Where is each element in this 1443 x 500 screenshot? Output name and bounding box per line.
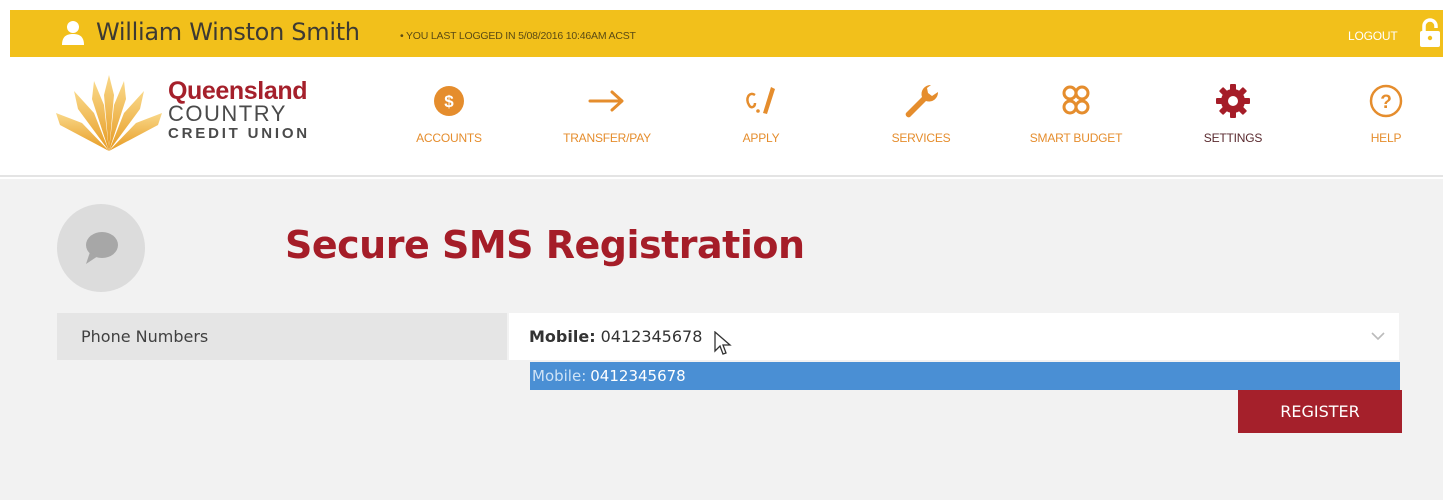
sms-badge: [57, 204, 145, 292]
phone-numbers-label: Phone Numbers: [57, 313, 507, 360]
phone-number-select[interactable]: Mobile: 0412345678: [509, 313, 1399, 360]
budget-knot-icon: [1062, 85, 1090, 115]
nav-label-help: HELP: [1370, 131, 1402, 145]
select-prefix: Mobile:: [529, 327, 596, 346]
mouse-cursor-icon: [714, 331, 732, 355]
nav-services[interactable]: SERVICES: [886, 81, 956, 161]
nav-accounts[interactable]: $ ACCOUNTS: [413, 81, 485, 161]
nav-apply[interactable]: APPLY: [736, 81, 786, 161]
lock-icon[interactable]: [1419, 18, 1441, 48]
brand-logo-icon[interactable]: [56, 75, 162, 151]
user-icon: [62, 21, 84, 45]
nav-label-settings: SETTINGS: [1203, 131, 1263, 145]
nav-help[interactable]: ? HELP: [1366, 81, 1406, 161]
option-prefix: Mobile:: [532, 367, 587, 385]
page-title: Secure SMS Registration: [285, 223, 805, 267]
brand-wordmark[interactable]: Queensland COUNTRY CREDIT UNION: [168, 79, 310, 143]
nav-transfer-pay[interactable]: TRANSFER/PAY: [557, 81, 657, 161]
chevron-down-icon[interactable]: [1371, 331, 1385, 341]
nav-label-transfer-pay: TRANSFER/PAY: [563, 131, 651, 145]
pen-icon: [746, 87, 775, 114]
brand-line-1: Queensland: [168, 77, 308, 105]
gear-icon: [1216, 84, 1250, 118]
user-bar: William Winston Smith • YOU LAST LOGGED …: [10, 10, 1443, 57]
wrench-icon: [905, 84, 939, 118]
svg-text:$: $: [444, 92, 454, 111]
nav-label-smart-budget: SMART BUDGET: [1029, 131, 1123, 145]
select-value: 0412345678: [600, 327, 703, 346]
nav-label-accounts: ACCOUNTS: [416, 131, 482, 145]
dollar-coin-icon: $: [434, 86, 464, 116]
nav-settings[interactable]: SETTINGS: [1197, 81, 1269, 161]
main-header: Queensland COUNTRY CREDIT UNION $ ACCOUN…: [0, 57, 1443, 177]
svg-text:?: ?: [1380, 92, 1392, 113]
brand-line-3: CREDIT UNION: [168, 125, 310, 142]
nav-label-apply: APPLY: [742, 131, 780, 145]
chat-bubble-icon: [86, 232, 118, 264]
logout-link[interactable]: LOGOUT: [1348, 29, 1398, 43]
brand-line-2: COUNTRY: [168, 101, 287, 126]
nav-label-services: SERVICES: [891, 131, 951, 145]
nav-smart-budget[interactable]: SMART BUDGET: [1021, 81, 1131, 161]
dropdown-option-mobile[interactable]: Mobile: 0412345678: [530, 362, 1400, 390]
user-name: William Winston Smith: [96, 18, 360, 46]
arrow-right-icon: [588, 90, 624, 112]
register-button[interactable]: REGISTER: [1238, 390, 1402, 433]
last-login-text: • YOU LAST LOGGED IN 5/08/2016 10:46AM A…: [400, 30, 636, 42]
question-icon: ?: [1369, 84, 1403, 118]
option-value: 0412345678: [590, 367, 686, 385]
